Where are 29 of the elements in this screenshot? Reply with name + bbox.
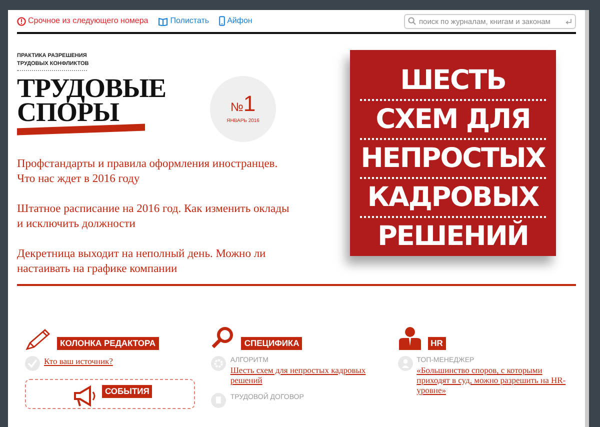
section-tag[interactable]: КОЛОНКА РЕДАКТОРА	[57, 337, 159, 350]
phone-icon	[219, 16, 226, 26]
article-link[interactable]: «Большинство споров, с которыми приходят в суд, можно разрешить на HR-уровне»	[416, 365, 576, 395]
top-link[interactable]: Айфон	[219, 15, 252, 27]
magazine-title: ТРУДОВЫЕ СПОРЫ	[17, 76, 166, 124]
cover-headline: КАДРОВЫХ	[366, 181, 540, 214]
cover-image[interactable]: ШЕСТЬ СХЕМ ДЛЯ НЕПРОСТЫХ КАДРОВЫХ РЕШЕНИЙ	[350, 50, 556, 256]
section-tag[interactable]: СПЕЦИФИКА	[241, 337, 302, 350]
person-icon	[398, 326, 422, 350]
search-icon	[211, 326, 236, 350]
book-icon	[158, 16, 168, 26]
enter-icon	[565, 18, 572, 24]
section-tag[interactable]: HR	[428, 337, 446, 350]
article-link[interactable]: Кто ваш источник?	[44, 356, 113, 366]
headline-link[interactable]: Профстандарты и правила оформления иностранцев. Что нас ждет в 2016 году	[17, 157, 295, 187]
headline-link[interactable]: Декретница выходит на неполный день. Можно ли настаивать на графике компании	[17, 247, 295, 277]
megaphone-icon	[72, 385, 98, 407]
cover-headline: ШЕСТЬ	[399, 64, 507, 97]
pencil-icon	[25, 328, 51, 350]
top-link[interactable]: Полистать	[158, 15, 210, 27]
section-tag[interactable]: СОБЫТИЯ	[102, 385, 152, 398]
article-link[interactable]: Шесть схем для непростых кадровых решений	[230, 365, 390, 385]
cover-headline: РЕШЕНИЙ	[376, 220, 530, 253]
top-link[interactable]: Срочное из следующего номера	[17, 15, 148, 27]
alert-icon	[17, 16, 26, 26]
cover-headline: СХЕМ ДЛЯ	[374, 103, 532, 136]
headline-link[interactable]: Штатное расписание на 2016 год. Как изменить оклады и исключить должности	[17, 202, 295, 232]
cover-headline: НЕПРОСТЫХ	[360, 142, 546, 175]
issue-number: №1	[230, 92, 256, 118]
